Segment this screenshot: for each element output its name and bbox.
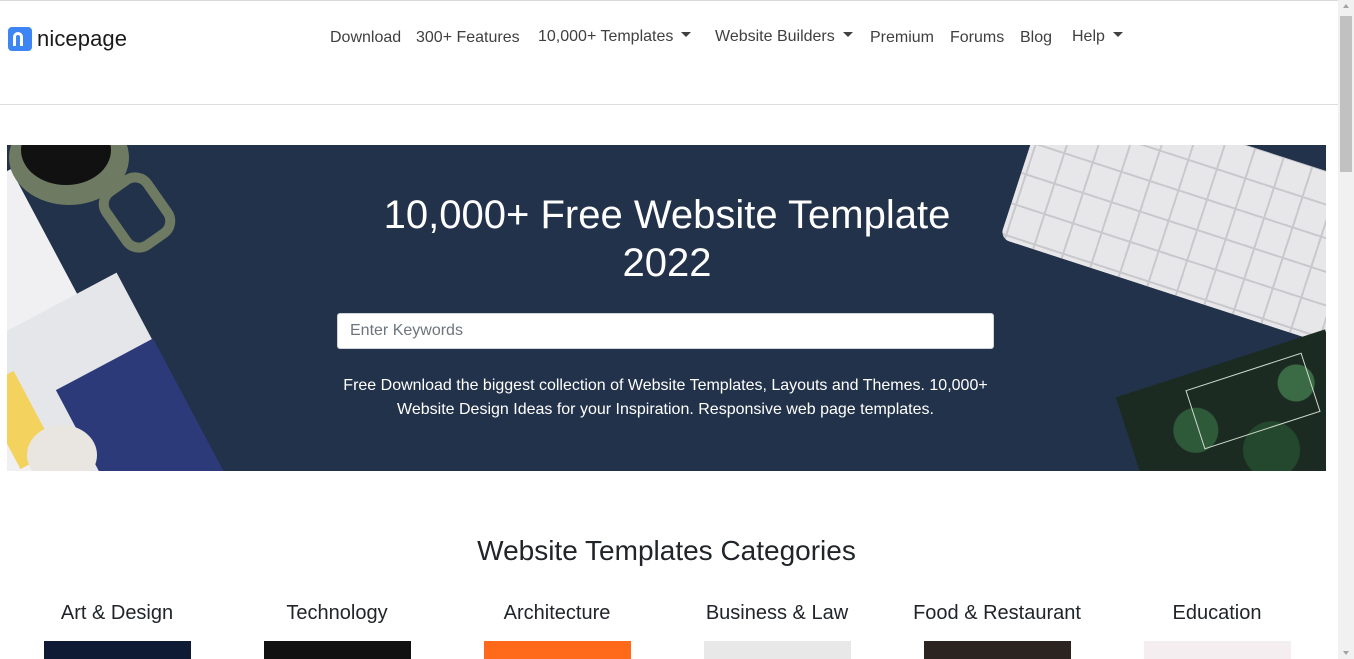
- chevron-down-icon: [842, 32, 853, 38]
- chevron-down-icon: [1112, 32, 1123, 38]
- category-business-law[interactable]: Business & Law: [667, 600, 887, 659]
- nav-blog[interactable]: Blog: [1020, 27, 1052, 49]
- category-label: Architecture: [503, 602, 611, 624]
- main-nav: Download 300+ Features 10,000+ Templates…: [0, 27, 1338, 49]
- page: nicepage Download 300+ Features 10,000+ …: [0, 0, 1338, 659]
- category-label: Food & Restaurant: [913, 602, 1081, 624]
- category-food-restaurant[interactable]: Food & Restaurant: [887, 600, 1107, 659]
- category-art-design[interactable]: Art & Design: [7, 600, 227, 659]
- nav-premium[interactable]: Premium: [870, 27, 934, 49]
- category-thumbnail[interactable]: [1144, 641, 1291, 659]
- nav-website-builders[interactable]: Website Builders: [715, 26, 853, 48]
- category-thumbnail[interactable]: [704, 641, 851, 659]
- category-education[interactable]: Education: [1107, 600, 1327, 659]
- category-thumbnail[interactable]: [484, 641, 631, 659]
- scrollbar-thumb[interactable]: [1340, 16, 1352, 172]
- category-label: Art & Design: [60, 602, 174, 624]
- nav-templates[interactable]: 10,000+ Templates: [538, 26, 692, 48]
- search-input[interactable]: [337, 313, 994, 349]
- nav-download[interactable]: Download: [330, 27, 401, 49]
- scroll-down-arrow-icon[interactable]: [1343, 651, 1349, 655]
- categories-title: Website Templates Categories: [477, 535, 856, 566]
- hero-description: Free Download the biggest collection of …: [343, 377, 988, 418]
- category-label: Education: [1172, 602, 1262, 624]
- nav-help[interactable]: Help: [1072, 26, 1123, 48]
- scroll-up-arrow-icon[interactable]: [1343, 4, 1349, 8]
- category-thumbnail[interactable]: [924, 641, 1071, 659]
- category-technology[interactable]: Technology: [227, 600, 447, 659]
- category-thumbnail[interactable]: [264, 641, 411, 659]
- nav-forums[interactable]: Forums: [950, 27, 1004, 49]
- category-thumbnail[interactable]: [44, 641, 191, 659]
- category-label: Technology: [286, 602, 388, 624]
- site-header: nicepage Download 300+ Features 10,000+ …: [0, 0, 1338, 105]
- category-label: Business & Law: [705, 602, 849, 624]
- hero-title: 10,000+ Free Website Template 2022: [383, 193, 951, 285]
- nav-features[interactable]: 300+ Features: [416, 27, 520, 49]
- hero-banner: 10,000+ Free Website Template 2022 Free …: [7, 145, 1326, 471]
- vertical-scrollbar[interactable]: [1338, 0, 1354, 659]
- decor-keyboard: [999, 145, 1326, 344]
- category-architecture[interactable]: Architecture: [447, 600, 667, 659]
- chevron-down-icon: [681, 32, 692, 38]
